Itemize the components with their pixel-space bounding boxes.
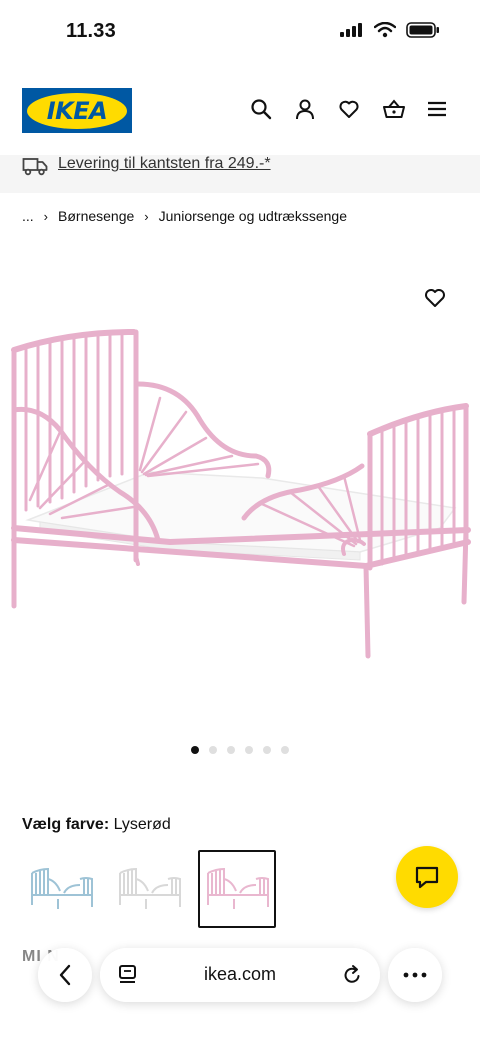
status-icons (340, 22, 440, 38)
bed-thumbnail-pink (207, 867, 269, 909)
status-time: 11.33 (66, 20, 116, 42)
favorite-heart-icon[interactable] (423, 286, 447, 315)
carousel-dot[interactable] (209, 746, 217, 754)
breadcrumb-item-junior-beds[interactable]: Juniorsenge og udtrækssenge (159, 208, 347, 224)
signal-icon (340, 23, 362, 37)
color-label-title: Vælg farve: (22, 816, 110, 833)
url-text: ikea.com (203, 964, 277, 984)
more-button[interactable] (388, 948, 442, 1002)
back-button[interactable] (38, 948, 92, 1002)
carousel-dot[interactable] (281, 746, 289, 754)
heart-icon[interactable] (338, 98, 360, 120)
carousel-dot[interactable] (227, 746, 235, 754)
truck-icon (22, 158, 48, 176)
search-icon[interactable] (250, 98, 272, 120)
delivery-banner: Levering til kantsten fra 249.-* (0, 155, 480, 193)
browser-toolbar: ikea.com (0, 944, 480, 1008)
delivery-link[interactable]: Levering til kantsten fra 249.-* (58, 155, 271, 173)
address-bar[interactable]: ikea.com (100, 948, 380, 1002)
carousel-dot[interactable] (245, 746, 253, 754)
chat-button[interactable] (396, 846, 458, 908)
site-header: IKEA (0, 80, 480, 142)
more-dots-icon (403, 972, 427, 978)
swatch-white[interactable] (110, 850, 188, 928)
carousel-dot[interactable] (191, 746, 199, 754)
breadcrumb-chevron-icon: › (144, 208, 149, 224)
logo-text: IKEA (46, 96, 108, 125)
color-swatches (22, 850, 276, 928)
breadcrumb-item-children-beds[interactable]: Børnesenge (58, 208, 134, 224)
breadcrumb-chevron-icon: › (43, 208, 49, 224)
basket-icon[interactable] (382, 98, 405, 120)
swatch-light-blue[interactable] (22, 850, 100, 928)
breadcrumb: ... › Børnesenge › Juniorsenge og udtræk… (22, 208, 347, 224)
carousel-dots (191, 746, 289, 754)
swatch-light-pink[interactable] (198, 850, 276, 928)
header-actions (250, 98, 448, 120)
chat-icon (415, 866, 439, 889)
logo-oval: IKEA (27, 92, 127, 129)
status-bar: 11.33 (0, 0, 480, 64)
ikea-logo[interactable]: IKEA (22, 88, 132, 133)
bed-thumbnail-blue (31, 867, 93, 909)
product-image[interactable] (0, 260, 480, 720)
chevron-left-icon (59, 964, 71, 986)
bed-thumbnail-white (119, 867, 181, 909)
color-value: Lyserød (113, 816, 171, 833)
reload-icon[interactable] (342, 964, 362, 986)
carousel-dot[interactable] (263, 746, 271, 754)
account-icon[interactable] (294, 98, 316, 120)
color-label: Vælg farve: Lyserød (22, 816, 171, 834)
wifi-icon (374, 22, 396, 38)
menu-icon[interactable] (426, 98, 448, 120)
battery-icon (406, 22, 439, 38)
breadcrumb-ellipsis[interactable]: ... (22, 208, 34, 224)
